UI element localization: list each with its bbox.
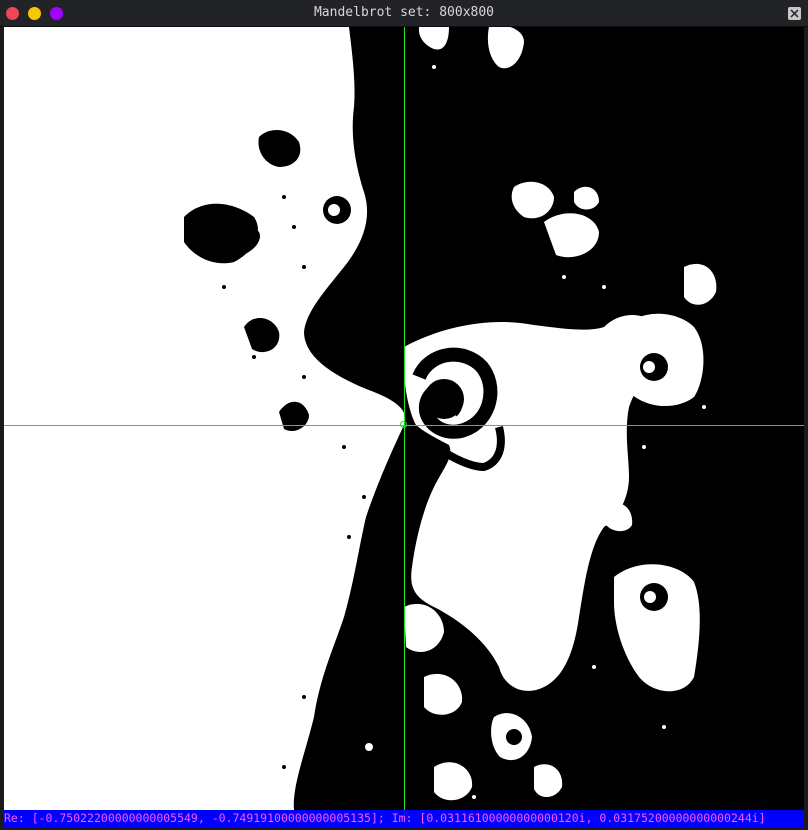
app-window: Mandelbrot set: 800x800 Re: [-0.75022200… bbox=[0, 0, 808, 830]
crosshair-center-icon bbox=[400, 421, 407, 428]
close-x-icon[interactable] bbox=[788, 7, 801, 20]
title-bar[interactable]: Mandelbrot set: 800x800 bbox=[0, 0, 808, 27]
coordinate-status-bar: Re: [-0.75022200000000005549, -0.7491910… bbox=[4, 810, 804, 827]
close-x-glyph bbox=[790, 9, 799, 18]
fractal-canvas[interactable] bbox=[4, 27, 804, 810]
window-title: Mandelbrot set: 800x800 bbox=[313, 5, 494, 20]
crosshair-vertical-line bbox=[404, 27, 405, 810]
